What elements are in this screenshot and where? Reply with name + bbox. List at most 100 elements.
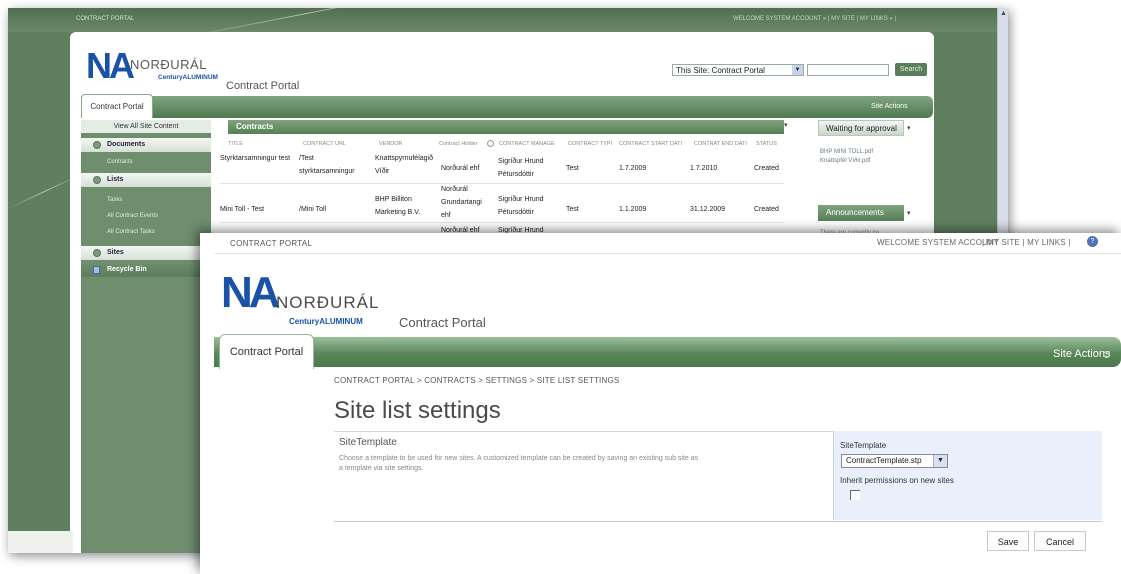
section-description: Choose a template to be used for new sit… xyxy=(339,455,699,472)
section-bullet-icon xyxy=(93,141,101,149)
announcements-title[interactable]: Announcements xyxy=(818,205,904,221)
nav-section-label: Recycle Bin xyxy=(107,266,147,273)
logo-text: NORÐURÁL xyxy=(276,293,380,312)
chevron-down-icon: ▼ xyxy=(792,65,803,75)
search-scope-select[interactable]: This Site: Contract Portal ▼ xyxy=(672,64,804,76)
column-header[interactable]: CONTRAT END DATI xyxy=(694,141,747,147)
webpart-menu-chevron-icon[interactable]: ▾ xyxy=(784,121,788,129)
column-header[interactable]: CONTRACT MANAGE xyxy=(499,141,555,147)
waiting-item-link[interactable]: BHP MINI TOLL.pdf xyxy=(820,149,873,155)
nav-section-lists[interactable]: Lists xyxy=(81,173,211,187)
tab-contract-portal[interactable]: Contract Portal xyxy=(81,94,153,118)
table-cell: Norðurál ehf xyxy=(441,165,480,172)
help-icon[interactable]: ? xyxy=(1087,236,1098,247)
chevron-down-icon[interactable]: ▼ xyxy=(933,455,947,467)
welcome-links[interactable]: WELCOME SYSTEM ACCOUNT » | MY SITE | MY … xyxy=(733,16,896,22)
nav-section-documents[interactable]: Documents xyxy=(81,138,211,152)
waiting-item-link[interactable]: Knattspfél Víðir.pdf xyxy=(820,158,870,164)
logo-mark[interactable]: NA xyxy=(221,271,281,315)
logo-mark: NA xyxy=(86,45,135,86)
top-bar: CONTRACT PORTAL WELCOME SYSTEM ACCOUNT »… xyxy=(8,8,1008,32)
table-cell: Test xyxy=(566,165,579,172)
column-header[interactable]: VENDOR xyxy=(379,141,403,147)
column-header[interactable]: TITLE xyxy=(228,141,243,147)
column-header[interactable]: CONTRACT URL xyxy=(303,141,346,147)
logo-text: NORÐURÁL xyxy=(130,57,207,72)
table-cell: BHP Billiton Marketing B.V. xyxy=(375,196,421,216)
section-title: SiteTemplate xyxy=(339,437,397,448)
table-cell: Test xyxy=(566,206,579,213)
status-strip xyxy=(8,531,73,553)
foreground-window: CONTRACT PORTAL WELCOME SYSTEM ACCOUNT |… xyxy=(200,233,1121,574)
row-divider xyxy=(220,183,784,184)
table-cell: Norðurál Grundartangi ehf xyxy=(441,186,482,219)
my-site-links[interactable]: | MY SITE | MY LINKS | xyxy=(982,238,1071,247)
search-button[interactable]: Search xyxy=(895,63,927,76)
top-nav-bar xyxy=(214,337,1121,367)
section-bullet-icon xyxy=(93,249,101,257)
status-cell: Created xyxy=(754,165,779,172)
nav-item-all-contract-tasks[interactable]: All Contract Tasks xyxy=(81,229,155,235)
inherit-permissions-checkbox[interactable] xyxy=(850,490,860,500)
webpart-menu-chevron-icon[interactable]: ▾ xyxy=(907,209,911,217)
site-actions-menu[interactable]: Site Actions xyxy=(871,103,908,110)
tab-contract-portal[interactable]: Contract Portal xyxy=(219,334,314,369)
waiting-for-approval-title[interactable]: Waiting for approval xyxy=(818,120,904,136)
search-input[interactable] xyxy=(807,64,889,76)
column-header[interactable]: CONTRACT TYPI xyxy=(568,141,612,147)
site-template-select[interactable]: ContractTemplate.stp ▼ xyxy=(841,454,948,468)
nav-section-label: Lists xyxy=(107,176,124,183)
search-scope-value: This Site: Contract Portal xyxy=(676,66,765,75)
row-divider xyxy=(220,222,784,223)
inherit-permissions-label: Inherit permissions on new sites xyxy=(840,476,954,485)
nav-section-label: Sites xyxy=(107,249,124,256)
nav-item-contracts[interactable]: Contracts xyxy=(81,159,133,165)
scroll-up-arrow-icon[interactable]: ▲ xyxy=(1000,10,1007,17)
table-cell: /Mini Toll xyxy=(299,206,327,213)
save-button[interactable]: Save xyxy=(987,531,1029,551)
table-cell: /Test styrktarsamningur xyxy=(299,155,355,175)
table-cell: Sigríður Hrund Pétursdóttir xyxy=(498,158,544,178)
webpart-menu-chevron-icon[interactable]: ▾ xyxy=(907,124,911,132)
page-heading: Site list settings xyxy=(334,397,501,424)
site-actions-menu[interactable]: Site Actions xyxy=(1053,348,1110,360)
nav-recycle-bin[interactable]: Recycle Bin xyxy=(81,263,211,277)
column-header[interactable]: CONTRACT START DATI xyxy=(619,141,682,147)
logo-subtitle: CenturyALUMINUM xyxy=(289,317,363,326)
table-cell-title[interactable]: Mini Toll - Test xyxy=(220,203,292,216)
table-cell: 1.7.2009 xyxy=(619,165,647,172)
nav-section-sites[interactable]: Sites xyxy=(81,246,211,260)
logo[interactable]: NA xyxy=(86,45,135,86)
table-cell: 31.12.2009 xyxy=(690,206,726,213)
top-site-label[interactable]: CONTRACT PORTAL xyxy=(76,16,134,22)
view-all-site-content-link[interactable]: View All Site Content xyxy=(81,120,211,133)
top-nav-bar xyxy=(81,96,933,118)
breadcrumb[interactable]: CONTRACT PORTAL > CONTRACTS > SETTINGS >… xyxy=(334,376,619,385)
table-cell: 1.7.2010 xyxy=(690,165,718,172)
section-bullet-icon xyxy=(93,176,101,184)
column-header[interactable]: Contract Holder xyxy=(439,141,478,147)
status-cell: Created xyxy=(754,206,779,213)
cancel-button[interactable]: Cancel xyxy=(1034,531,1086,551)
divider xyxy=(334,521,1102,522)
table-cell-title[interactable]: Styrktarsamningur test xyxy=(220,152,292,165)
site-template-value: ContractTemplate.stp xyxy=(846,456,922,465)
presence-icon xyxy=(487,140,494,147)
page-title[interactable]: Contract Portal xyxy=(399,315,486,330)
welcome-menu[interactable]: WELCOME SYSTEM ACCOUNT xyxy=(877,238,999,247)
site-actions-dropdown-icon[interactable] xyxy=(1103,351,1110,358)
nav-item-tasks[interactable]: Tasks xyxy=(81,197,122,203)
contracts-webpart-title[interactable]: Contracts xyxy=(228,120,784,134)
site-template-label: SiteTemplate xyxy=(840,441,887,450)
table-cell: Sigríður Hrund Pétursdóttir xyxy=(498,196,544,216)
recycle-bin-icon xyxy=(93,266,100,274)
column-header[interactable]: STATUS xyxy=(756,141,777,147)
top-site-label[interactable]: CONTRACT PORTAL xyxy=(230,239,312,248)
nav-section-label: Documents xyxy=(107,141,146,148)
nav-item-all-contract-events[interactable]: All Contract Events xyxy=(81,213,158,219)
table-cell: 1.1.2009 xyxy=(619,206,647,213)
table-cell: Knattspyrnufélagið Víðir xyxy=(375,155,433,175)
logo-subtitle: CenturyALUMINUM xyxy=(158,74,218,81)
top-bar: CONTRACT PORTAL WELCOME SYSTEM ACCOUNT |… xyxy=(200,233,1121,255)
page-title[interactable]: Contract Portal xyxy=(226,80,299,92)
